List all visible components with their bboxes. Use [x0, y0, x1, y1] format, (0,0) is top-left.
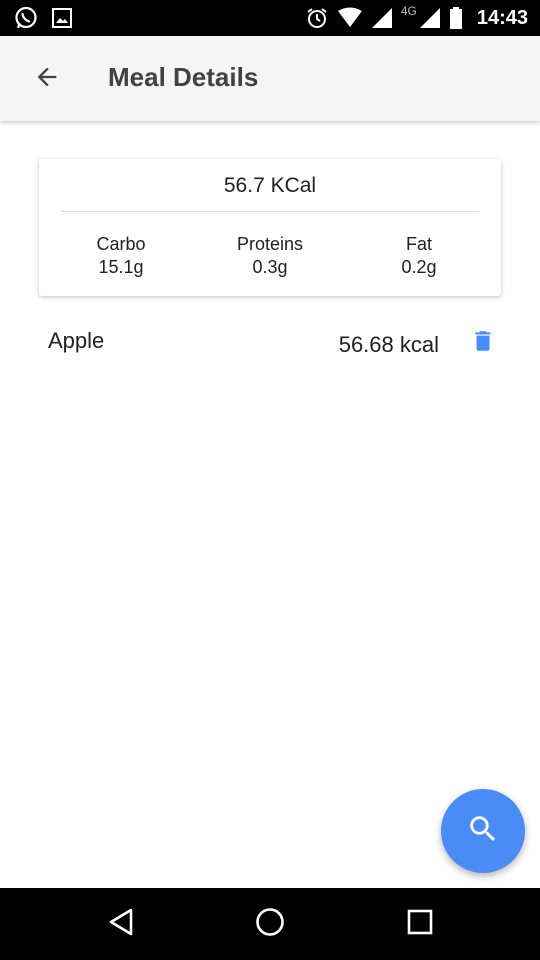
network-type-label: 4G [400, 4, 417, 18]
whatsapp-icon [14, 6, 38, 30]
signal-icon [371, 7, 393, 29]
macro-value: 0.2g [401, 257, 437, 277]
signal-icon [419, 7, 441, 29]
macro-value: 15.1g [98, 257, 144, 277]
alarm-icon [305, 6, 329, 30]
macro-value: 0.3g [252, 257, 288, 277]
total-calories: 56.7 KCal [223, 174, 317, 197]
nav-recents-icon [406, 908, 434, 941]
delete-button[interactable] [468, 328, 498, 358]
back-button[interactable] [24, 56, 70, 102]
nav-home-button[interactable] [250, 904, 290, 944]
food-calories: 56.68 kcal [338, 332, 439, 357]
system-nav-bar [0, 888, 540, 960]
list-item[interactable]: Apple 56.68 kcal [0, 318, 540, 374]
nav-recents-button[interactable] [400, 904, 440, 944]
wifi-icon [337, 7, 363, 29]
food-name: Apple [48, 328, 105, 353]
nav-back-button[interactable] [101, 904, 141, 944]
nutrition-summary-card: 56.7 KCal Carbo 15.1g Proteins 0.3g Fat … [39, 159, 501, 296]
delete-icon [470, 328, 496, 359]
nav-home-icon [254, 906, 286, 943]
macro-label: Fat [405, 234, 432, 254]
macro-proteins: Proteins 0.3g [210, 233, 330, 279]
macro-label: Proteins [236, 234, 304, 254]
macro-carbo: Carbo 15.1g [61, 233, 181, 279]
macro-label: Carbo [96, 234, 146, 254]
page-title: Meal Details [108, 62, 259, 92]
nav-back-icon [106, 907, 136, 942]
divider [61, 211, 479, 212]
battery-icon [449, 6, 463, 30]
macro-fat: Fat 0.2g [359, 233, 479, 279]
search-fab[interactable] [441, 789, 525, 873]
status-time: 14:43 [476, 6, 528, 29]
app-bar: Meal Details [0, 36, 540, 121]
search-icon [466, 812, 500, 851]
arrow-back-icon [33, 63, 61, 96]
image-icon [50, 6, 74, 30]
status-bar: 4G 14:43 [0, 0, 540, 36]
